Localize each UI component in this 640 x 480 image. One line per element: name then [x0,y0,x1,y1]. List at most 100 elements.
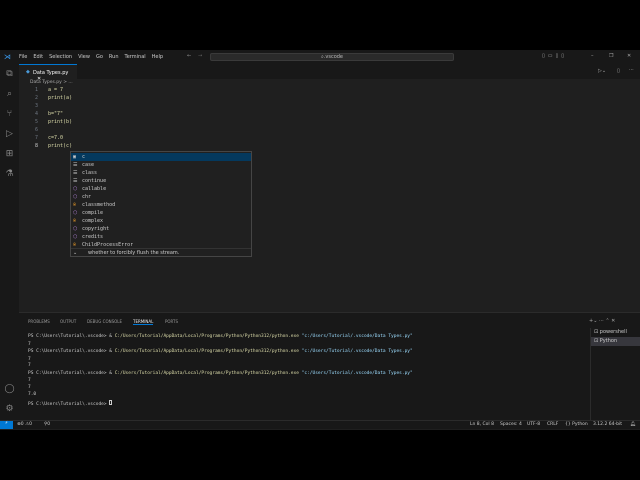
suggestion-item[interactable]: ⍟ complex [71,217,251,225]
layout-toggle-icons[interactable]: ▯▭▯▯ [542,53,567,59]
line-number: 5 [34,119,38,125]
account-icon[interactable]: ◯ [4,384,15,395]
terminal-item-python[interactable]: ⊡ Python [591,337,640,346]
variable-icon: ▣ [73,154,77,160]
function-icon: ⬡ [73,226,78,232]
tab-output[interactable]: OUTPUT [60,319,76,324]
testing-icon[interactable]: ⚗ [4,169,15,180]
terminal-line: 7.0 [28,392,36,397]
terminal-cursor[interactable] [109,400,113,405]
code-line[interactable]: print(a) [48,95,72,101]
tab-terminal[interactable]: TERMINAL [133,319,154,325]
split-editor-icon[interactable]: ▯ [617,68,620,74]
forward-arrow-icon[interactable]: → [198,53,202,59]
suggestion-item[interactable]: ☰ case [71,161,251,169]
menu-run[interactable]: Run [109,54,119,60]
terminal-item-powershell[interactable]: ⊡ powershell [591,328,640,337]
menu-view[interactable]: View [78,54,90,60]
search-icon[interactable]: ⌕ [4,89,15,100]
function-icon: ⬡ [73,210,78,216]
menu-file[interactable]: File [19,54,27,60]
terminal-prompt: 7 [28,385,31,390]
close-window-icon[interactable]: ✕ [627,53,631,59]
minimize-icon[interactable]: – [591,53,594,59]
terminal-line: 7 [28,342,31,347]
code-line[interactable]: a = 7 [48,87,63,93]
function-icon: ⬡ [73,194,78,200]
problems-indicator[interactable]: ⊗0 ⚠0 [17,422,32,427]
breadcrumb[interactable]: Data Types.py > ... [30,80,73,85]
encoding[interactable]: UTF-8 [527,422,540,427]
python-file-icon: ◆ [26,69,30,75]
more-actions-icon[interactable]: ··· [629,67,634,73]
terminal-prompt: PS C:\Users\Tutorial\.vscode> & [28,371,115,376]
code-line[interactable]: c=7.0 [48,135,63,141]
remote-indicator[interactable]: ⚡ [0,421,13,429]
suggestion-item[interactable]: ⍟ classmethod [71,201,251,209]
line-number: 6 [34,127,38,133]
keyword-icon: ☰ [73,178,78,184]
suggestion-item[interactable]: ▣ c [71,153,251,161]
suggestion-label: callable [82,186,107,192]
cursor-position[interactable]: Ln 8, Col 8 [470,422,494,427]
indentation[interactable]: Spaces: 4 [500,422,522,427]
maximize-icon[interactable]: ❐ [609,53,613,59]
menu-terminal[interactable]: Terminal [125,54,146,60]
terminal-line: PS C:\Users\Tutorial\.vscode> & C:/Users… [28,334,413,339]
interpreter[interactable]: 3.12.2 64-bit [593,422,622,427]
back-arrow-icon[interactable]: ← [187,53,191,59]
terminal-line: 7 [28,363,31,368]
explorer-icon[interactable]: ⧉ [4,69,15,80]
terminal-command: C:/Users/Tutorial/AppData/Local/Programs… [114,371,299,376]
status-bar: ⚡ ⊗0 ⚠0 ⚲0 Ln 8, Col 8 Spaces: 4 UTF-8 C… [0,420,640,429]
language-mode[interactable]: {} Python [565,422,588,427]
tab-ports[interactable]: PORTS [165,319,178,324]
notifications-bell-icon[interactable]: 🔔︎ [630,422,636,427]
suggestion-item[interactable]: ⬡ credits [71,233,251,241]
suggestion-item[interactable]: ⬡ compile [71,209,251,217]
suggestion-label: class [82,170,98,176]
menu-selection[interactable]: Selection [49,54,72,60]
terminal-prompt: 7 [28,342,31,347]
suggestion-label: complex [82,218,104,224]
tab-debug-console[interactable]: DEBUG CONSOLE [87,319,122,324]
source-control-icon[interactable]: ⑂ [4,109,15,120]
suggestion-item[interactable]: ⬡ chr [71,193,251,201]
menu-edit[interactable]: Edit [33,54,43,60]
terminal-prompt: 7 [28,357,31,362]
class-icon: ⍟ [73,218,77,224]
code-line[interactable]: b="7" [48,111,63,117]
suggestion-item[interactable]: ⬡ callable [71,185,251,193]
terminal-list: ⊡ powershell ⊡ Python [590,328,640,421]
menu-help[interactable]: Help [152,54,163,60]
run-python-file-button[interactable]: ▷⌄ [598,68,606,74]
command-center-search[interactable]: ⌕.vscode [210,53,454,61]
run-debug-icon[interactable]: ▷ [4,129,15,140]
line-number: 1 [34,87,38,93]
new-terminal-icon[interactable]: +⌄ ··· ⌃ ✕ [589,318,615,324]
suggestion-item[interactable]: ☰ class [71,169,251,177]
code-line[interactable]: print(b) [48,119,72,125]
code-line[interactable]: print(c) [48,143,72,149]
terminal-args: "c:/Users/Tutorial/.vscode/Data Types.py… [298,334,413,339]
class-icon: ⍟ [73,202,77,208]
terminal-line: PS C:\Users\Tutorial\.vscode> & C:/Users… [28,349,413,354]
line-number: 4 [34,111,38,117]
tab-data-types-py[interactable]: ◆ Data Types.py ✕ [19,64,77,82]
menu-go[interactable]: Go [96,54,103,60]
ports-indicator[interactable]: ⚲0 [44,422,50,427]
eol[interactable]: CRLF [547,422,558,427]
terminal-args: "c:/Users/Tutorial/.vscode/Data Types.py… [298,371,413,376]
terminal-line: 7 [28,385,31,390]
tab-problems[interactable]: PROBLEMS [28,319,50,324]
keyword-icon: ☰ [73,162,78,168]
extensions-icon[interactable]: ⊞ [4,149,15,160]
vscode-logo-icon: ⋊ [4,53,11,61]
bottom-panel: PROBLEMS OUTPUT DEBUG CONSOLE TERMINAL PORTS… [19,312,640,421]
suggestion-item[interactable]: ⬡ copyright [71,225,251,233]
chevron-down-icon[interactable]: ⌄ [73,249,77,257]
terminal-prompt: 7 [28,363,31,368]
settings-gear-icon[interactable]: ⚙ [4,404,15,415]
suggestion-item[interactable]: ☰ continue [71,177,251,185]
terminal-line: PS C:\Users\Tutorial\.vscode> [28,400,113,407]
